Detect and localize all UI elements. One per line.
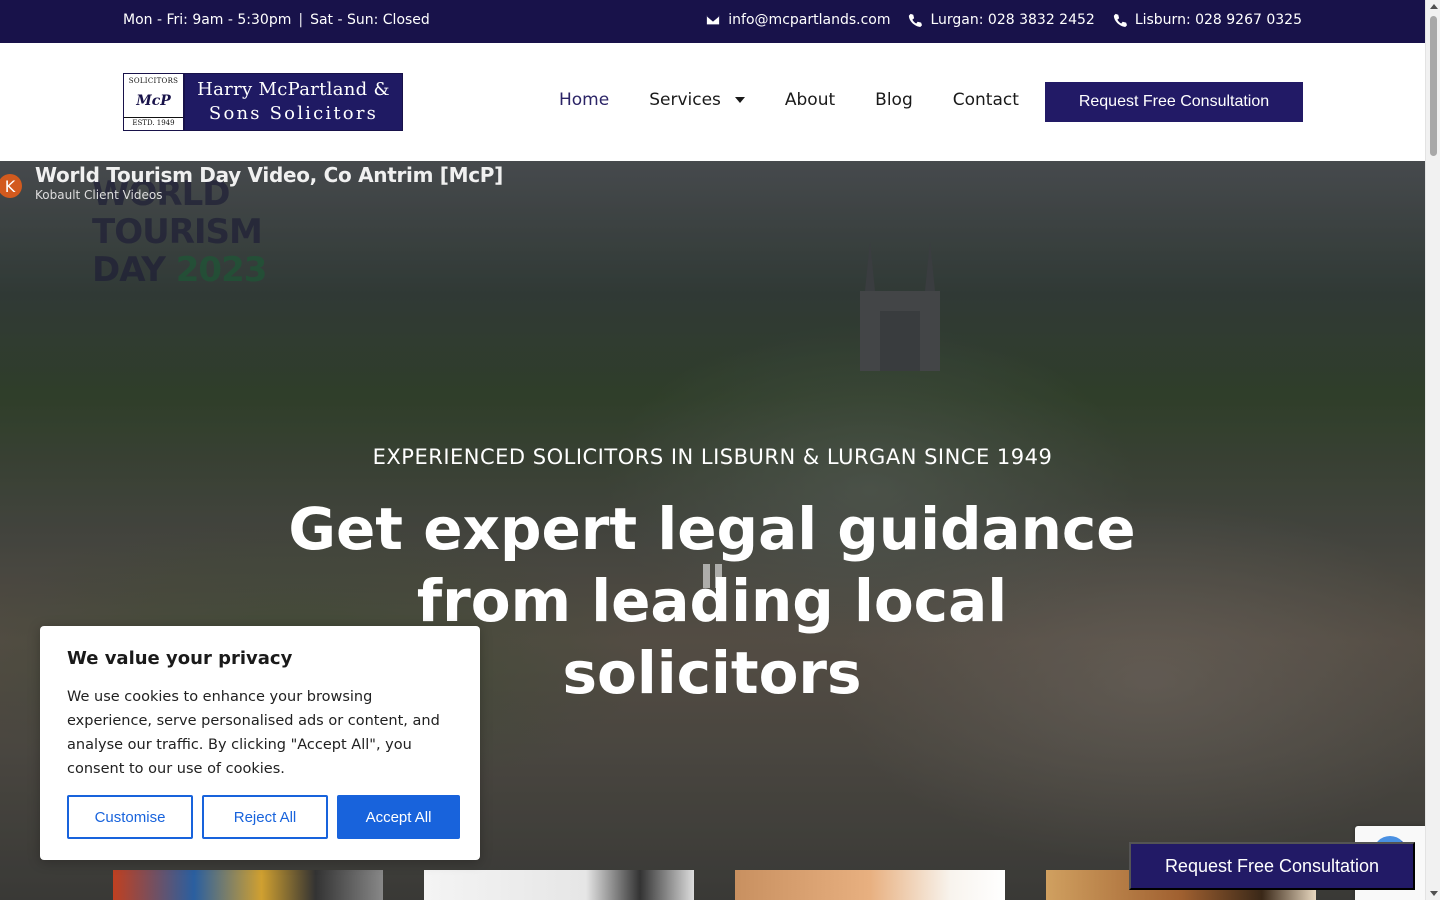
opening-hours: Mon - Fri: 9am - 5:30pm | Sat - Sun: Clo… xyxy=(123,12,430,28)
customise-button[interactable]: Customise xyxy=(67,795,193,839)
scroll-down-arrow-icon[interactable] xyxy=(1430,891,1438,896)
hero-eyebrow: EXPERIENCED SOLICITORS IN LISBURN & LURG… xyxy=(372,445,1053,469)
caret-down-icon xyxy=(734,97,745,103)
cookie-title: We value your privacy xyxy=(67,648,293,669)
phone-icon xyxy=(909,13,923,27)
video-title[interactable]: World Tourism Day Video, Co Antrim [McP] xyxy=(35,163,503,187)
video-channel[interactable]: Kobault Client Videos xyxy=(35,188,503,202)
logo-mark-est: ESTD. 1949 xyxy=(124,117,183,127)
contact-links: info@mcpartlands.com Lurgan: 028 3832 24… xyxy=(706,12,1302,28)
channel-avatar[interactable]: K xyxy=(0,174,22,198)
envelope-icon xyxy=(707,15,720,25)
hours-weekend: Sat - Sun: Closed xyxy=(310,12,430,28)
hours-separator: | xyxy=(298,12,304,28)
nav-services[interactable]: Services xyxy=(649,90,745,110)
service-card-image[interactable] xyxy=(735,870,1005,900)
phone-lisburn-text: Lisburn: 028 9267 0325 xyxy=(1134,12,1302,28)
top-bar: Mon - Fri: 9am - 5:30pm | Sat - Sun: Clo… xyxy=(0,0,1425,43)
site-header: SOLICITORS McP ESTD. 1949 Harry McPartla… xyxy=(0,43,1425,161)
cookie-body: We use cookies to enhance your browsing … xyxy=(67,689,440,777)
nav-about[interactable]: About xyxy=(785,90,835,110)
cookie-buttons: Customise Reject All Accept All xyxy=(67,795,460,839)
cookie-consent-banner: We value your privacy We use cookies to … xyxy=(40,626,480,860)
service-card-image[interactable] xyxy=(424,870,694,900)
request-consultation-button[interactable]: Request Free Consultation xyxy=(1045,82,1303,122)
scroll-up-arrow-icon[interactable] xyxy=(1430,4,1438,9)
phone-lisburn-link[interactable]: Lisburn: 028 9267 0325 xyxy=(1113,12,1302,28)
video-title-text: World Tourism Day Video, Co Antrim [McP]… xyxy=(35,163,503,202)
logo-mark-initials: McP xyxy=(136,93,171,109)
phone-lurgan-link[interactable]: Lurgan: 028 3832 2452 xyxy=(908,12,1095,28)
floating-consultation-button[interactable]: Request Free Consultation xyxy=(1129,842,1415,890)
logo-wordmark: Harry McPartland & Sons Solicitors xyxy=(185,74,402,130)
logo-mark: SOLICITORS McP ESTD. 1949 xyxy=(124,74,185,130)
nav-contact[interactable]: Contact xyxy=(953,90,1019,110)
nav-blog[interactable]: Blog xyxy=(875,90,913,110)
logo-name-line2: Sons Solicitors xyxy=(208,103,379,124)
phone-icon xyxy=(1113,13,1127,27)
video-title-bar: K World Tourism Day Video, Co Antrim [Mc… xyxy=(0,161,503,211)
hours-weekday: Mon - Fri: 9am - 5:30pm xyxy=(123,12,292,28)
site-logo[interactable]: SOLICITORS McP ESTD. 1949 Harry McPartla… xyxy=(123,73,403,131)
phone-lurgan-text: Lurgan: 028 3832 2452 xyxy=(930,12,1095,28)
service-card-image[interactable] xyxy=(113,870,383,900)
logo-mark-top: SOLICITORS xyxy=(128,77,179,85)
nav-home[interactable]: Home xyxy=(559,90,609,110)
nav-services-label: Services xyxy=(649,90,721,110)
email-text: info@mcpartlands.com xyxy=(728,12,891,28)
pause-icon[interactable] xyxy=(703,564,722,588)
scrollbar-thumb[interactable] xyxy=(1430,16,1437,156)
page-scrollbar[interactable] xyxy=(1425,0,1440,900)
reject-all-button[interactable]: Reject All xyxy=(202,795,328,839)
main-nav: Home Services About Blog Contact xyxy=(559,90,1059,110)
logo-name-line1: Harry McPartland & xyxy=(197,79,390,100)
email-link[interactable]: info@mcpartlands.com xyxy=(706,12,890,28)
accept-all-button[interactable]: Accept All xyxy=(337,795,460,839)
